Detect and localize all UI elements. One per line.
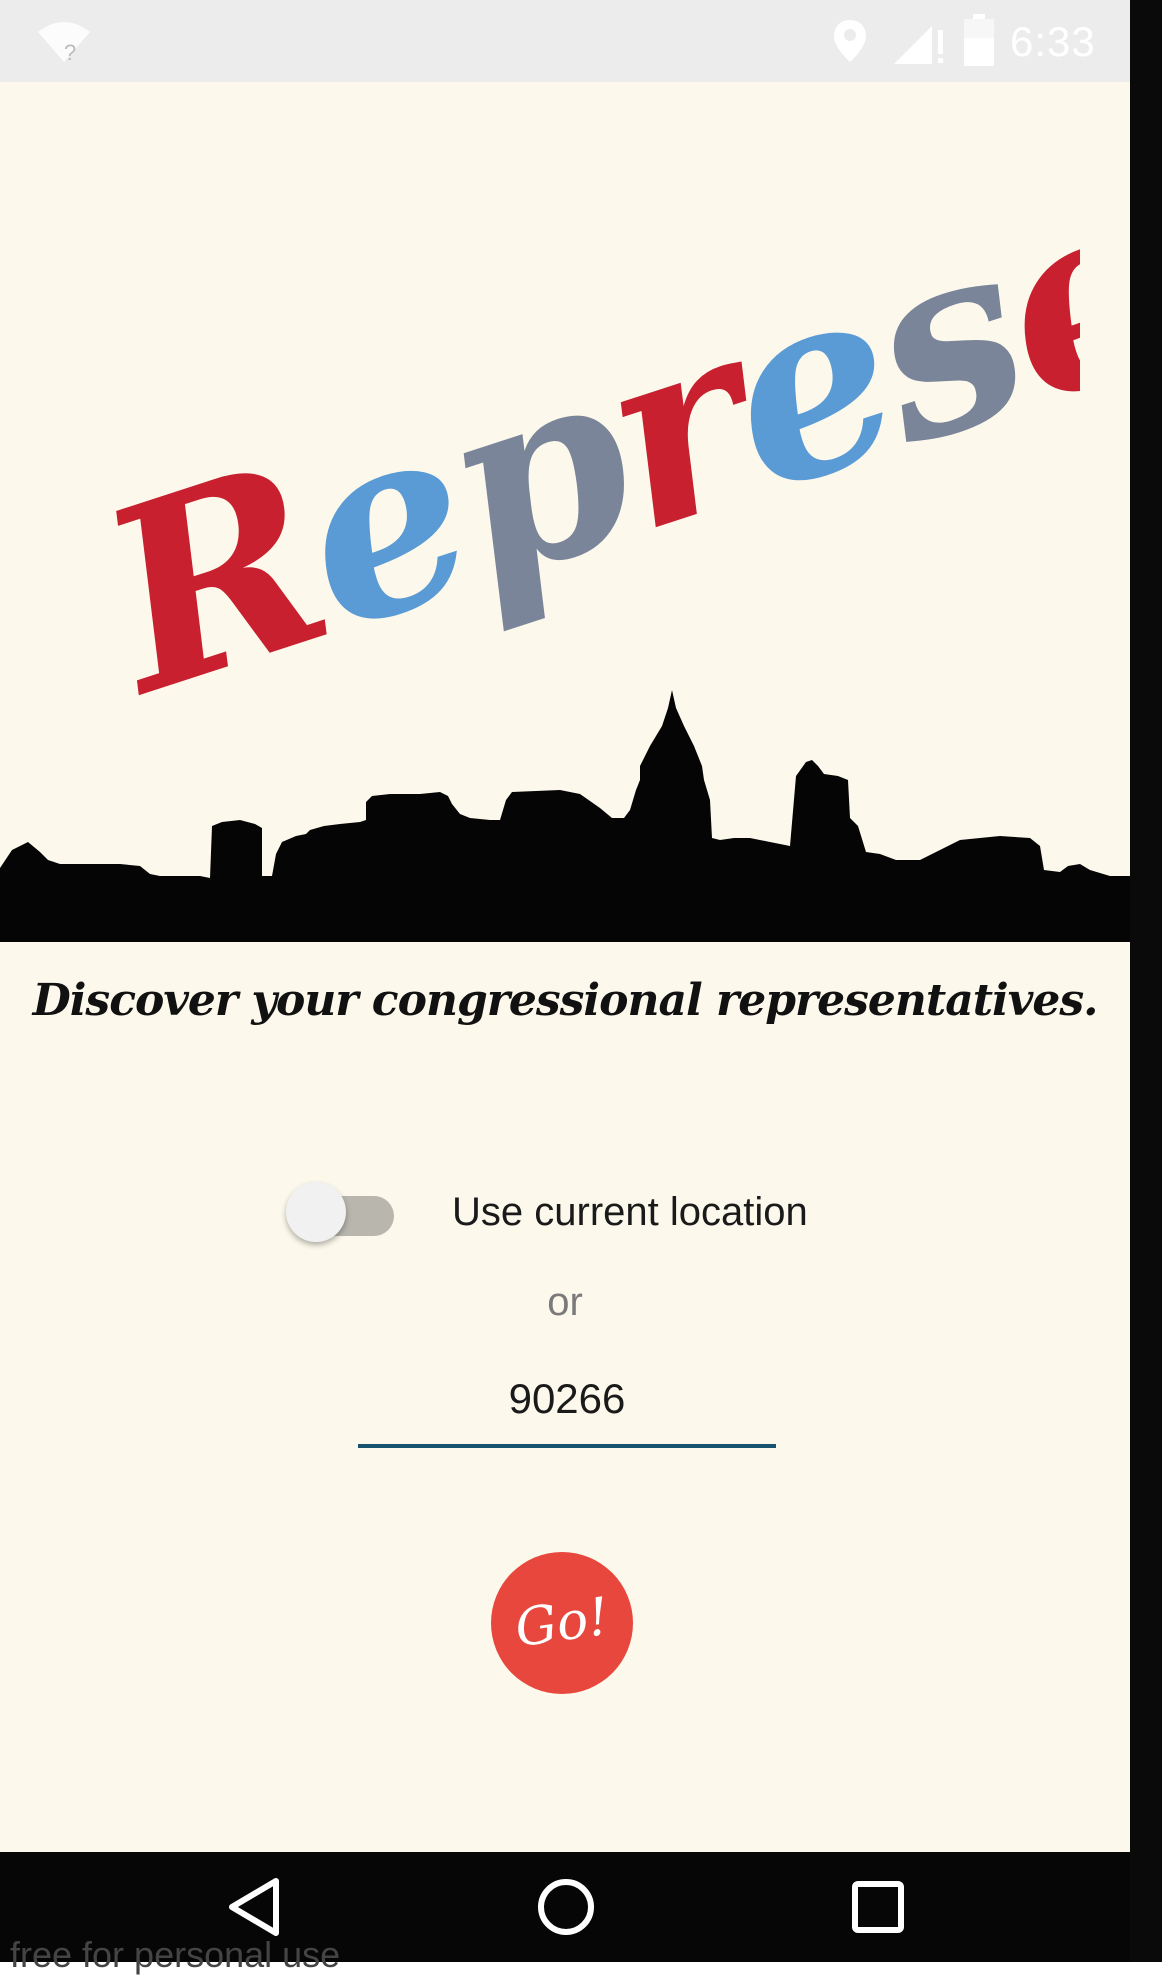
status-time: 6:33 bbox=[1010, 18, 1096, 65]
toggle-thumb bbox=[286, 1182, 346, 1242]
or-separator: or bbox=[547, 1280, 583, 1324]
device-frame-edge bbox=[1130, 0, 1162, 1962]
city-skyline-icon bbox=[0, 690, 1130, 942]
use-location-label[interactable]: Use current location bbox=[452, 1190, 808, 1235]
watermark-text: free for personal use bbox=[10, 1934, 341, 1975]
wifi-unknown-icon: ? bbox=[38, 22, 90, 64]
status-bar: ? 6:33 bbox=[0, 0, 1130, 82]
battery-icon bbox=[964, 14, 994, 66]
tagline: Discover your congressional representati… bbox=[32, 975, 1099, 1026]
use-location-toggle[interactable] bbox=[286, 1180, 396, 1248]
location-icon bbox=[834, 20, 866, 62]
recents-icon bbox=[852, 1881, 904, 1933]
home-button[interactable] bbox=[506, 1852, 626, 1962]
app-screen: ? 6:33 Represent! Discover your congres bbox=[0, 0, 1130, 1962]
go-button-label: Go! bbox=[511, 1586, 613, 1660]
svg-text:?: ? bbox=[64, 40, 76, 64]
signal-icon bbox=[894, 26, 943, 64]
recents-button[interactable] bbox=[818, 1852, 938, 1962]
svg-text:Represent!: Represent! bbox=[66, 190, 1080, 710]
zip-code-input[interactable] bbox=[358, 1364, 776, 1434]
go-button[interactable]: Go! bbox=[491, 1552, 633, 1694]
zip-field-container bbox=[358, 1364, 776, 1448]
back-icon bbox=[229, 1878, 279, 1936]
home-icon bbox=[538, 1879, 594, 1935]
represent-logo: Represent! bbox=[66, 190, 1080, 710]
